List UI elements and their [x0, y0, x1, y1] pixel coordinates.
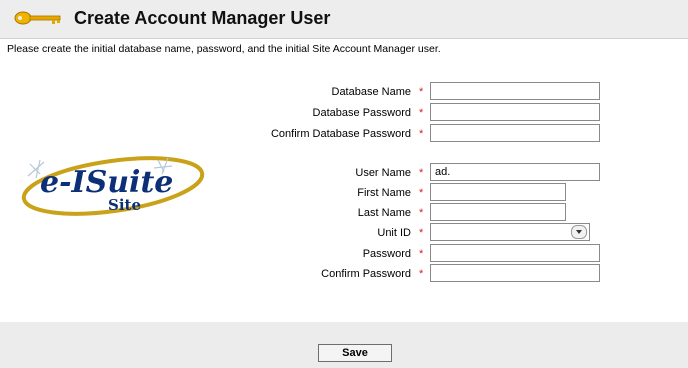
required-marker: * — [419, 128, 424, 140]
required-marker: * — [419, 248, 424, 260]
first-name-input[interactable] — [430, 183, 566, 201]
logo-subtext: Site — [108, 196, 141, 214]
logo-text: e-ISuite — [40, 165, 173, 200]
confirm-password-row: Confirm Password — [200, 264, 411, 284]
password-row: Password — [200, 244, 411, 264]
user-name-row: User Name — [200, 163, 411, 183]
last-name-input[interactable] — [430, 203, 566, 221]
database-password-row: Database Password — [200, 103, 411, 123]
first-name-row: First Name — [200, 183, 411, 203]
chevron-down-icon — [576, 230, 582, 234]
unit-id-select[interactable] — [430, 223, 590, 241]
unit-id-row: Unit ID — [200, 223, 411, 243]
required-marker: * — [419, 167, 424, 179]
confirm-database-password-row: Confirm Database Password — [200, 124, 411, 144]
required-marker: * — [419, 107, 424, 119]
e-isuite-logo: e-ISuite Site — [21, 156, 205, 216]
required-marker: * — [419, 227, 424, 239]
required-marker: * — [419, 86, 424, 98]
user-name-input[interactable] — [430, 163, 600, 181]
confirm-database-password-label: Confirm Database Password — [270, 128, 411, 140]
page-title: Create Account Manager User — [74, 8, 331, 28]
dropdown-button[interactable] — [571, 225, 587, 239]
save-button[interactable]: Save — [318, 344, 392, 362]
last-name-label: Last Name — [357, 207, 411, 219]
key-icon — [14, 11, 61, 25]
page-header: Create Account Manager User — [0, 0, 688, 39]
required-marker: * — [419, 187, 424, 199]
database-name-row: Database Name — [200, 82, 412, 102]
required-marker: * — [419, 207, 424, 219]
confirm-password-input[interactable] — [430, 264, 600, 282]
database-password-input[interactable] — [430, 103, 600, 121]
first-name-label: First Name — [357, 187, 411, 199]
confirm-password-label: Confirm Password — [321, 268, 411, 280]
database-name-label: Database Name — [331, 86, 412, 98]
user-name-label: User Name — [355, 167, 411, 179]
password-label: Password — [362, 248, 411, 260]
confirm-database-password-input[interactable] — [430, 124, 600, 142]
database-name-input[interactable] — [430, 82, 600, 100]
password-input[interactable] — [430, 244, 600, 262]
unit-id-label: Unit ID — [377, 227, 411, 239]
intro-text: Please create the initial database name,… — [7, 43, 441, 55]
database-password-label: Database Password — [312, 107, 411, 119]
last-name-row: Last Name — [200, 203, 411, 223]
required-marker: * — [419, 268, 424, 280]
